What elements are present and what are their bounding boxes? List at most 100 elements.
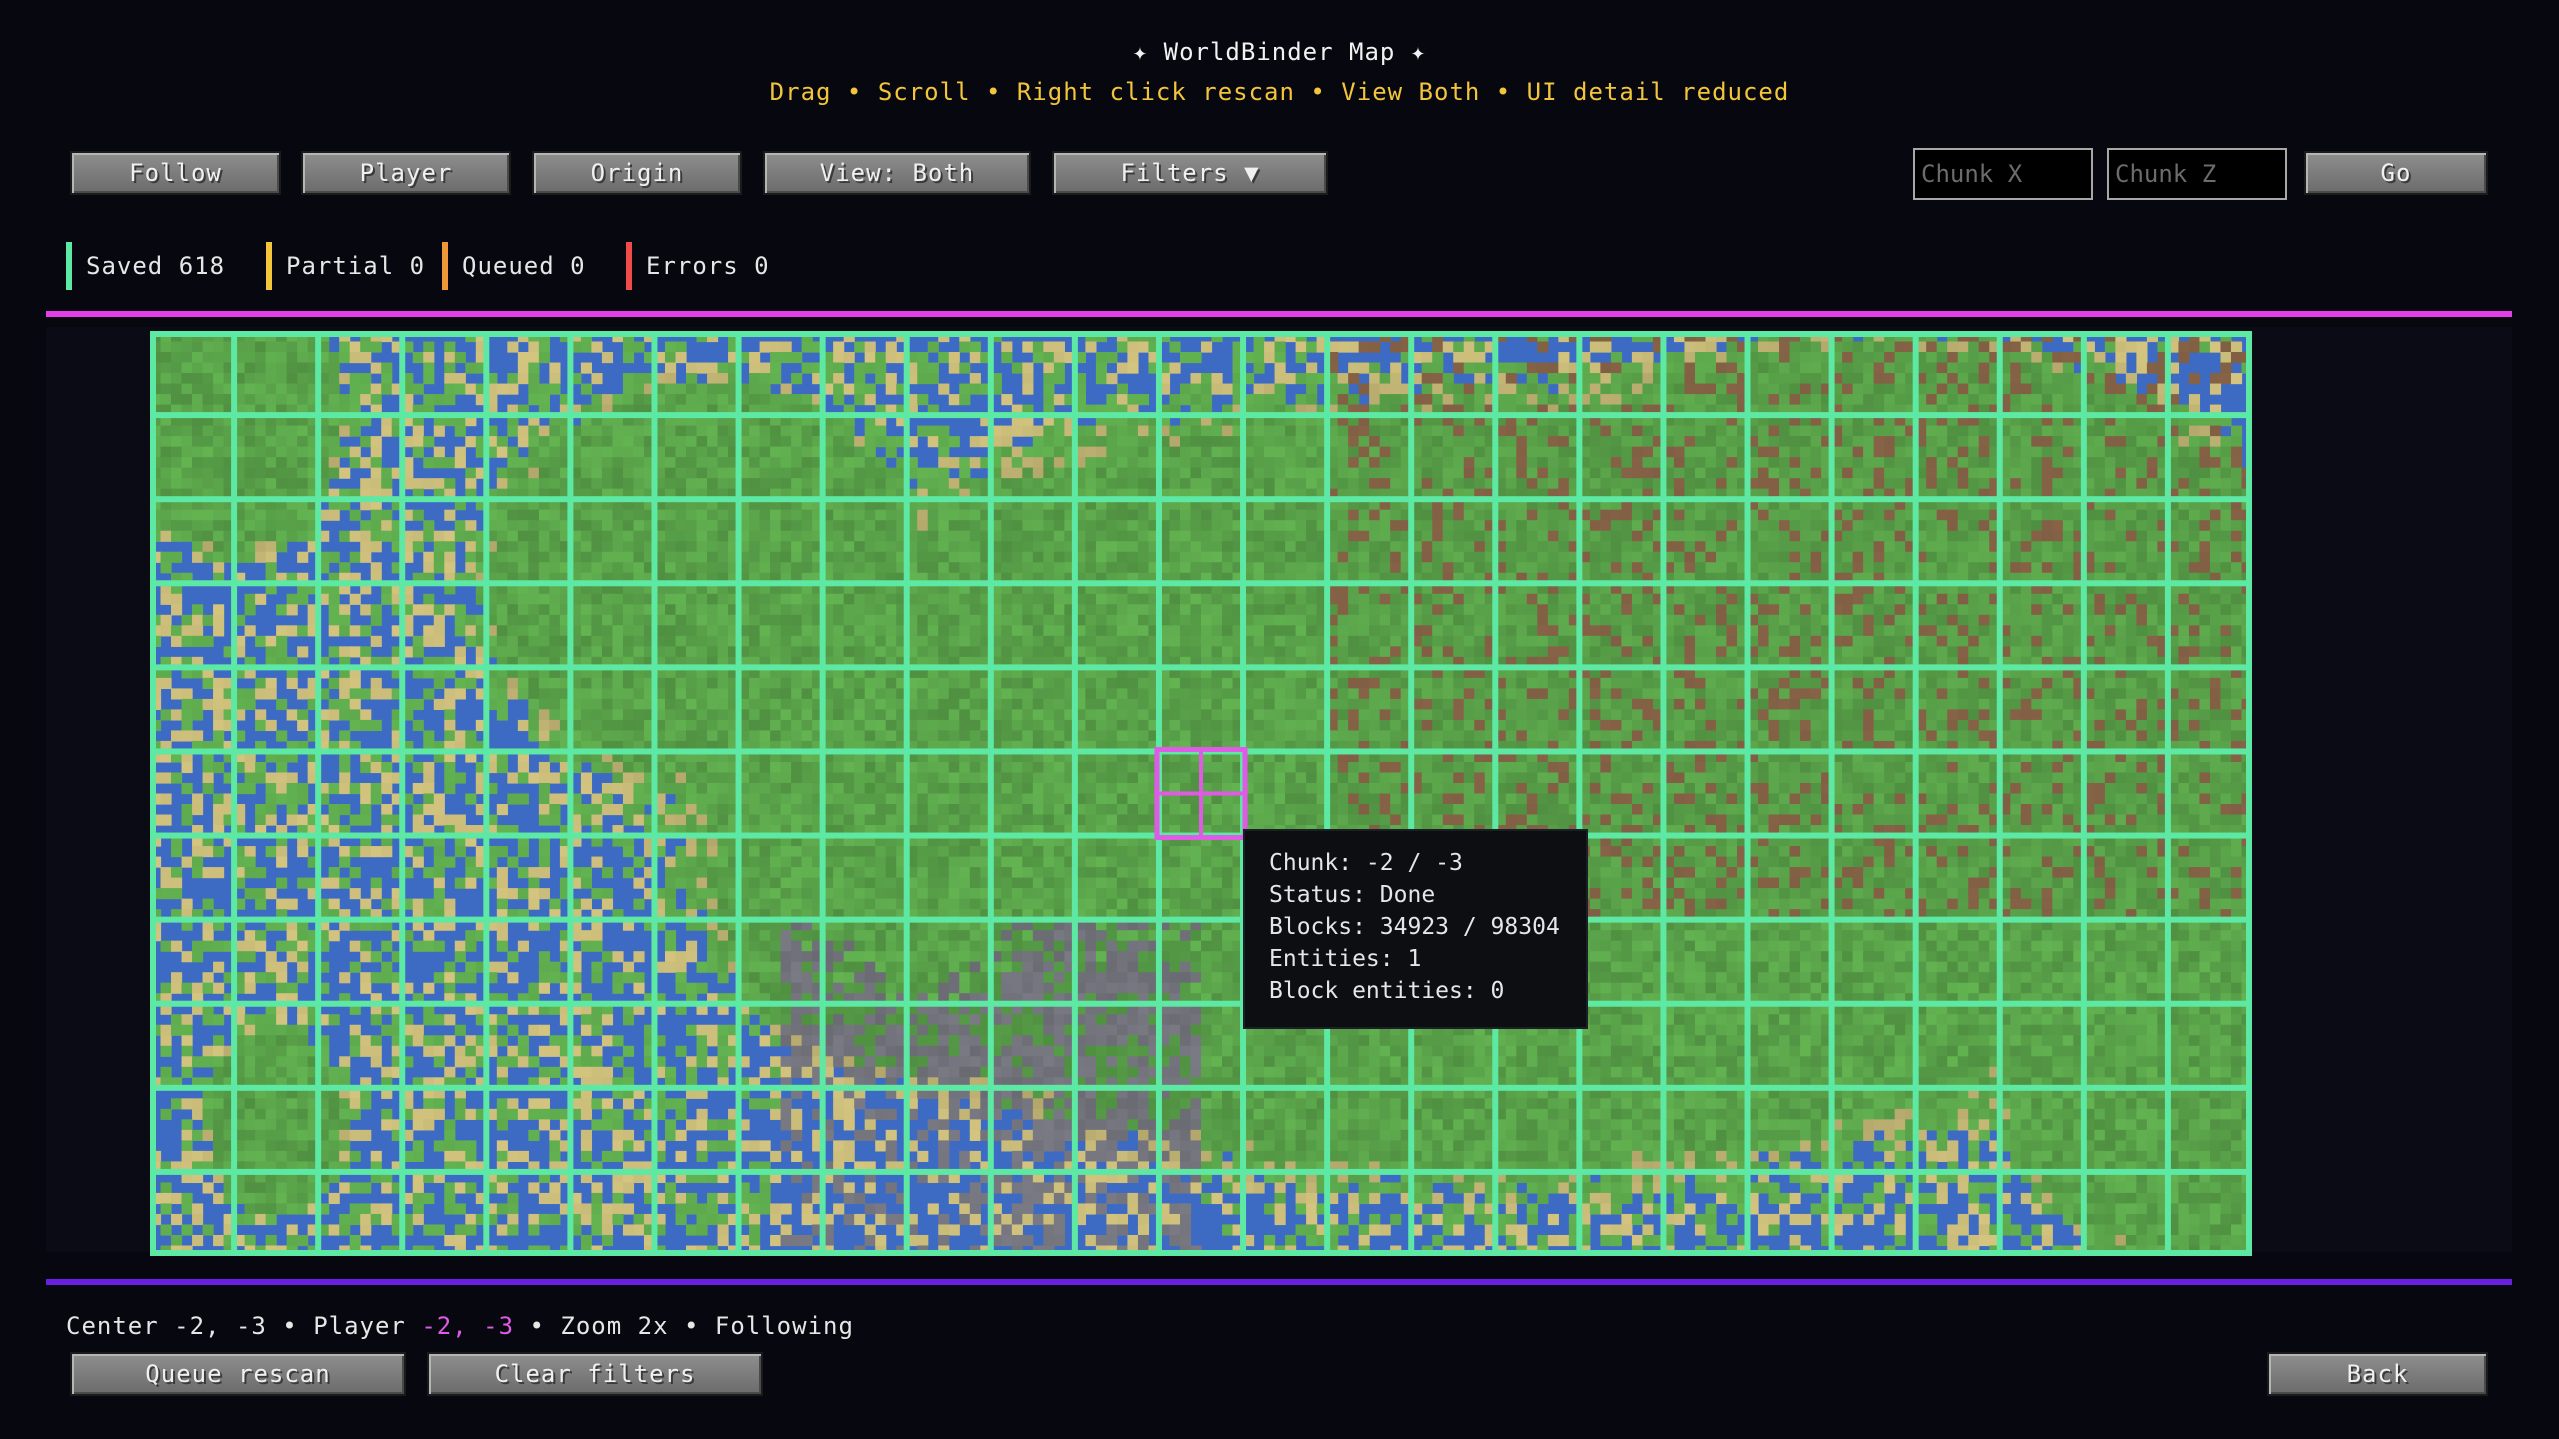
- terrain-pixel: [255, 352, 267, 364]
- terrain-pixel: [1610, 436, 1622, 448]
- terrain-pixel: [1474, 509, 1486, 521]
- terrain-pixel: [1253, 362, 1265, 374]
- terrain-pixel: [717, 604, 729, 616]
- terrain-pixel: [465, 383, 477, 395]
- terrain-pixel: [339, 352, 351, 364]
- terrain-pixel: [622, 593, 635, 605]
- terrain-pixel: [675, 625, 687, 637]
- terrain-pixel: [192, 352, 204, 364]
- terrain-pixel: [2010, 614, 2022, 626]
- terrain-pixel: [675, 352, 687, 364]
- terrain-pixel: [885, 373, 897, 385]
- terrain-pixel: [2136, 509, 2148, 521]
- terrain-pixel: [2104, 446, 2116, 458]
- terrain-pixel: [2146, 467, 2159, 479]
- terrain-pixel: [370, 362, 382, 374]
- terrain-pixel: [2209, 562, 2222, 574]
- terrain-pixel: [1947, 478, 1959, 490]
- terrain-pixel: [2010, 593, 2022, 605]
- terrain-pixel: [1768, 593, 1780, 605]
- chunk-x-input[interactable]: [1913, 148, 2093, 200]
- terrain-pixel: [381, 478, 393, 490]
- terrain-pixel: [276, 520, 288, 532]
- terrain-pixel: [1442, 373, 1454, 385]
- terrain-pixel: [1253, 436, 1265, 448]
- filters-dropdown-button[interactable]: Filters ▼: [1052, 151, 1328, 195]
- terrain-pixel: [381, 383, 393, 395]
- terrain-pixel: [1631, 614, 1644, 626]
- terrain-pixel: [1610, 520, 1622, 532]
- terrain-pixel: [1884, 604, 1896, 616]
- terrain-pixel: [1873, 383, 1885, 395]
- terrain-pixel: [1789, 373, 1801, 385]
- terrain-pixel: [917, 614, 929, 626]
- chunk-map[interactable]: [150, 331, 2252, 1256]
- chunk-z-input[interactable]: [2107, 148, 2287, 200]
- terrain-pixel: [927, 373, 939, 385]
- terrain-pixel: [1600, 562, 1612, 574]
- terrain-pixel: [2041, 520, 2053, 532]
- terrain-pixel: [2230, 614, 2243, 626]
- terrain-pixel: [202, 394, 214, 406]
- terrain-pixel: [843, 562, 855, 574]
- terrain-pixel: [1106, 509, 1118, 521]
- terrain-pixel: [1894, 467, 1906, 479]
- terrain-pixel: [1369, 541, 1381, 553]
- terrain-pixel: [770, 530, 782, 542]
- terrain-pixel: [1201, 373, 1213, 385]
- terrain-pixel: [192, 446, 204, 458]
- terrain-pixel: [171, 478, 183, 490]
- terrain-pixel: [938, 352, 950, 364]
- terrain-pixel: [1810, 383, 1822, 395]
- terrain-pixel: [1779, 383, 1791, 395]
- terrain-pixel: [749, 551, 761, 563]
- terrain-pixel: [717, 446, 729, 458]
- terrain-pixel: [1369, 425, 1381, 437]
- terrain-pixel: [1390, 478, 1402, 490]
- terrain-pixel: [717, 562, 729, 574]
- terrain-pixel: [580, 478, 593, 490]
- terrain-pixel: [496, 625, 508, 637]
- terrain-pixel: [1201, 394, 1213, 406]
- terrain-pixel: [1379, 383, 1391, 395]
- follow-button[interactable]: Follow: [70, 151, 281, 195]
- terrain-pixel: [2052, 394, 2064, 406]
- origin-button[interactable]: Origin: [532, 151, 742, 195]
- terrain-pixel: [2209, 425, 2222, 437]
- terrain-pixel: [1621, 457, 1633, 469]
- terrain-pixel: [885, 593, 897, 605]
- terrain-pixel: [1127, 604, 1139, 616]
- terrain-pixel: [948, 604, 960, 616]
- terrain-pixel: [1453, 446, 1465, 458]
- terrain-pixel: [1463, 352, 1475, 364]
- terrain-pixel: [244, 383, 256, 395]
- terrain-pixel: [927, 541, 939, 553]
- terrain-pixel: [1842, 383, 1854, 395]
- terrain-pixel: [496, 551, 508, 563]
- terrain-pixel: [580, 604, 593, 616]
- terrain-pixel: [1116, 625, 1129, 637]
- terrain-pixel: [2115, 446, 2127, 458]
- terrain-pixel: [1053, 425, 1065, 437]
- terrain-pixel: [1169, 362, 1181, 374]
- terrain-pixel: [1968, 362, 1980, 374]
- terrain-pixel: [1768, 520, 1780, 532]
- terrain-pixel: [1589, 383, 1601, 395]
- terrain-pixel: [496, 604, 508, 616]
- terrain-pixel: [707, 604, 719, 616]
- terrain-pixel: [2125, 530, 2137, 542]
- terrain-pixel: [1421, 562, 1433, 574]
- player-button[interactable]: Player: [301, 151, 511, 195]
- terrain-pixel: [1926, 467, 1938, 479]
- terrain-pixel: [801, 530, 813, 542]
- go-button[interactable]: Go: [2304, 151, 2488, 195]
- terrain-pixel: [2188, 520, 2201, 532]
- terrain-pixel: [1947, 604, 1959, 616]
- terrain-pixel: [1201, 341, 1213, 353]
- terrain-pixel: [1926, 373, 1938, 385]
- view-mode-button[interactable]: View: Both: [763, 151, 1031, 195]
- terrain-pixel: [885, 478, 897, 490]
- terrain-pixel: [675, 394, 687, 406]
- terrain-pixel: [2115, 362, 2127, 374]
- terrain-pixel: [875, 509, 887, 521]
